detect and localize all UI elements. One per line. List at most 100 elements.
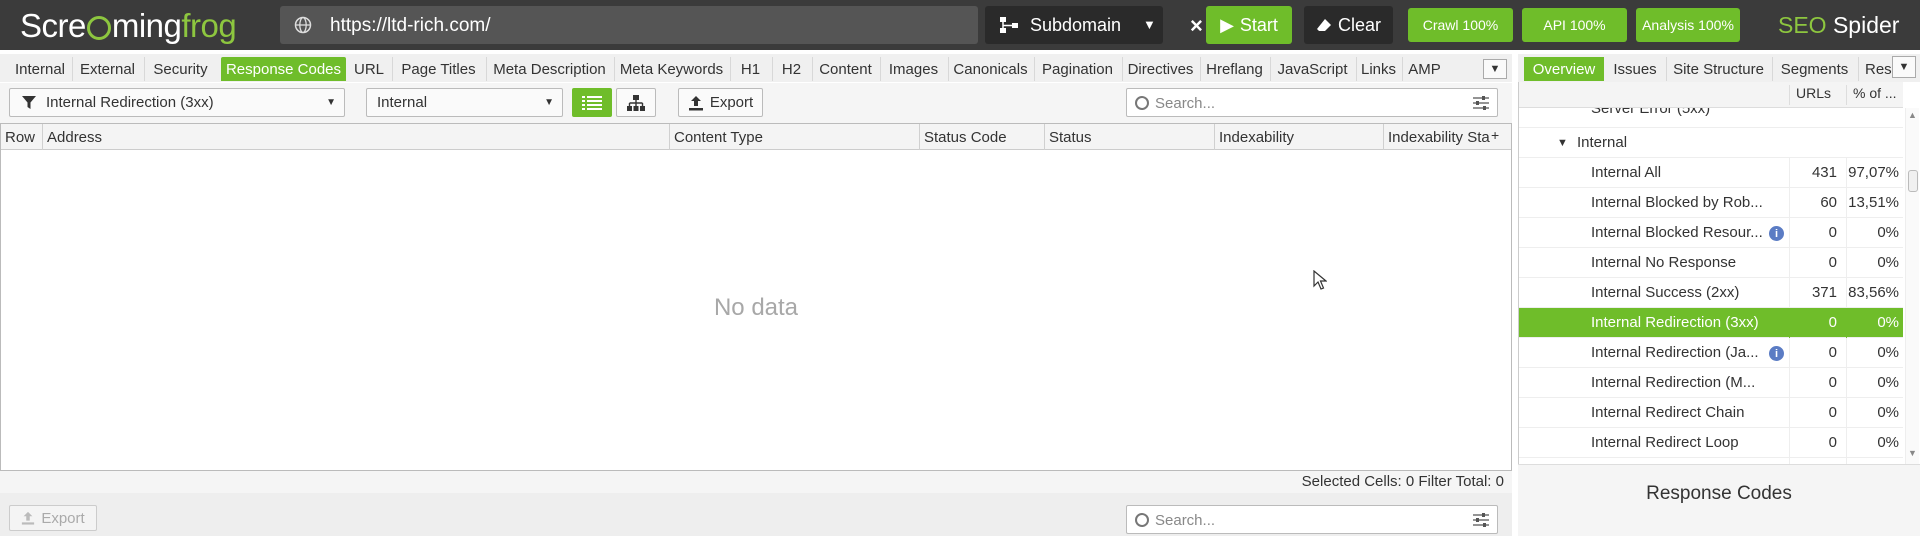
tree-row-label: Internal Redirect Chain bbox=[1591, 404, 1745, 421]
api-progress-button[interactable]: API 100% bbox=[1522, 8, 1627, 42]
tree-row[interactable]: Internal Blocked Resour... i 0 0% bbox=[1519, 218, 1903, 248]
tree-row[interactable]: Internal No Response 0 0% bbox=[1519, 248, 1903, 278]
tree-row-label: Internal Blocked Resour... bbox=[1591, 224, 1763, 241]
info-icon[interactable]: i bbox=[1769, 226, 1784, 241]
tree-row-percent: 0% bbox=[1846, 368, 1903, 398]
column-header-indexability-status[interactable]: Indexability Stat bbox=[1384, 124, 1490, 150]
column-header-status-code[interactable]: Status Code bbox=[920, 124, 1045, 150]
tab-amp[interactable]: AMP bbox=[1402, 57, 1446, 81]
search-options-icon[interactable] bbox=[1473, 96, 1489, 110]
tab-issues[interactable]: Issues bbox=[1606, 57, 1664, 81]
tree-row-label: Internal Redirection (M... bbox=[1591, 374, 1756, 391]
tree-row-percent: 83,56% bbox=[1846, 278, 1903, 308]
search-options-icon[interactable] bbox=[1473, 513, 1489, 527]
tree-row[interactable]: Internal Redirection (Ja... i 0 0% bbox=[1519, 338, 1903, 368]
results-table[interactable]: Row Address Content Type Status Code Sta… bbox=[0, 123, 1512, 471]
tree-view-button[interactable] bbox=[616, 88, 656, 117]
search-input[interactable]: Search... bbox=[1126, 88, 1498, 117]
tab-internal[interactable]: Internal bbox=[10, 57, 70, 81]
tab-h2[interactable]: H2 bbox=[772, 57, 810, 81]
tab-directives[interactable]: Directives bbox=[1122, 57, 1198, 81]
tree-row-count: 0 bbox=[1789, 428, 1845, 458]
tree-row[interactable]: Internal Redirection (3xx) 0 0% bbox=[1519, 308, 1903, 338]
tab-h1[interactable]: H1 bbox=[730, 57, 770, 81]
tab-canonicals[interactable]: Canonicals bbox=[948, 57, 1032, 81]
column-header-content-type[interactable]: Content Type bbox=[670, 124, 920, 150]
column-header-address[interactable]: Address bbox=[43, 124, 670, 150]
tab-links[interactable]: Links bbox=[1356, 57, 1400, 81]
column-header-percent[interactable]: % of ... bbox=[1846, 85, 1903, 105]
tab-hreflang[interactable]: Hreflang bbox=[1200, 57, 1268, 81]
frog-logo-icon bbox=[86, 16, 111, 40]
bottom-search-input[interactable]: Search... bbox=[1126, 505, 1498, 534]
column-header-indexability[interactable]: Indexability bbox=[1215, 124, 1384, 150]
scroll-thumb[interactable] bbox=[1908, 170, 1918, 192]
tree-row-label: Internal Blocked by Rob... bbox=[1591, 194, 1763, 211]
tree-row-label: Internal Success (2xx) bbox=[1591, 284, 1740, 301]
app-logo: Scre ming frog bbox=[20, 7, 237, 44]
column-header-urls[interactable]: URLs bbox=[1789, 85, 1845, 105]
tab-security[interactable]: Security bbox=[144, 57, 216, 81]
tab-overflow-button[interactable]: ▼ bbox=[1483, 59, 1507, 79]
tab-pagination[interactable]: Pagination bbox=[1034, 57, 1120, 81]
filter-select[interactable]: Internal Redirection (3xx) ▼ bbox=[9, 88, 345, 117]
overview-scrollbar[interactable]: ▲ ▼ bbox=[1905, 108, 1919, 464]
close-icon[interactable]: × bbox=[1190, 13, 1203, 39]
column-header-row[interactable]: Row bbox=[1, 124, 43, 150]
right-pane-title: Response Codes bbox=[1646, 483, 1792, 504]
tab-url[interactable]: URL bbox=[348, 57, 390, 81]
tab-images[interactable]: Images bbox=[880, 57, 946, 81]
column-header-status[interactable]: Status bbox=[1045, 124, 1215, 150]
scroll-up-icon[interactable]: ▲ bbox=[1908, 110, 1917, 120]
tree-row-count: 0 bbox=[1789, 308, 1845, 338]
expand-triangle-icon[interactable]: ▼ bbox=[1557, 137, 1568, 149]
eraser-icon bbox=[1316, 19, 1331, 31]
top-toolbar: Scremingfrog https://ltd-rich.com/ × ▼ S… bbox=[0, 0, 1920, 50]
tree-row-server-error[interactable]: Server Error (5xx) bbox=[1519, 108, 1903, 128]
tab-meta-description[interactable]: Meta Description bbox=[486, 57, 612, 81]
tab-site-structure[interactable]: Site Structure bbox=[1666, 57, 1770, 81]
upload-icon bbox=[22, 511, 35, 525]
tree-row[interactable]: Internal Redirection (M... 0 0% bbox=[1519, 368, 1903, 398]
list-view-button[interactable] bbox=[572, 88, 612, 117]
tree-row[interactable]: Internal Blocked by Rob... 60 13,51% bbox=[1519, 188, 1903, 218]
info-icon[interactable]: i bbox=[1769, 346, 1784, 361]
overview-tree[interactable]: URLs % of ... Server Error (5xx) ▼ Inter… bbox=[1518, 82, 1920, 464]
tree-row-count: 0 bbox=[1789, 218, 1845, 248]
tab-external[interactable]: External bbox=[72, 57, 142, 81]
export-button[interactable]: Export bbox=[678, 88, 763, 117]
tab-response-codes[interactable]: Response Codes bbox=[221, 57, 346, 81]
tree-row-count: 0 bbox=[1789, 398, 1845, 428]
tab-content[interactable]: Content bbox=[812, 57, 878, 81]
tree-group-internal[interactable]: ▼ Internal bbox=[1519, 128, 1903, 158]
start-button[interactable]: ▶ Start bbox=[1206, 6, 1292, 44]
crawl-mode-select[interactable]: Subdomain ▼ bbox=[985, 6, 1163, 44]
url-input[interactable]: https://ltd-rich.com/ × ▼ bbox=[280, 6, 1238, 44]
tab-meta-keywords[interactable]: Meta Keywords bbox=[614, 57, 728, 81]
chevron-down-icon: ▼ bbox=[1143, 17, 1156, 32]
tab-segments[interactable]: Segments bbox=[1772, 57, 1856, 81]
analysis-progress-button[interactable]: Analysis 100% bbox=[1636, 8, 1740, 42]
scope-select[interactable]: Internal ▼ bbox=[366, 88, 563, 117]
play-icon: ▶ bbox=[1220, 14, 1234, 35]
right-tab-overflow-button[interactable]: ▼ bbox=[1892, 56, 1916, 78]
bottom-export-button[interactable]: Export bbox=[9, 505, 97, 531]
tab-page-titles[interactable]: Page Titles bbox=[392, 57, 484, 81]
tree-row[interactable]: Internal All 431 97,07% bbox=[1519, 158, 1903, 188]
tree-row[interactable]: Internal Redirect Chain 0 0% bbox=[1519, 398, 1903, 428]
tab-javascript[interactable]: JavaScript bbox=[1270, 57, 1354, 81]
upload-icon bbox=[688, 95, 703, 110]
chevron-down-icon: ▼ bbox=[326, 97, 336, 108]
tree-row[interactable]: Internal Redirect Loop 0 0% bbox=[1519, 428, 1903, 458]
product-name: SEO Spider bbox=[1778, 12, 1900, 38]
add-column-icon[interactable]: + bbox=[1491, 127, 1499, 143]
tree-row[interactable]: Internal Success (2xx) 371 83,56% bbox=[1519, 278, 1903, 308]
tab-overview[interactable]: Overview bbox=[1524, 57, 1604, 81]
search-icon bbox=[1135, 96, 1149, 110]
crawl-progress-button[interactable]: Crawl 100% bbox=[1408, 8, 1513, 42]
status-bar: Selected Cells: 0 Filter Total: 0 bbox=[0, 471, 1512, 493]
mouse-cursor-icon bbox=[1313, 270, 1327, 290]
list-icon bbox=[582, 95, 602, 110]
scroll-down-icon[interactable]: ▼ bbox=[1908, 448, 1917, 458]
clear-button[interactable]: Clear bbox=[1304, 6, 1393, 44]
